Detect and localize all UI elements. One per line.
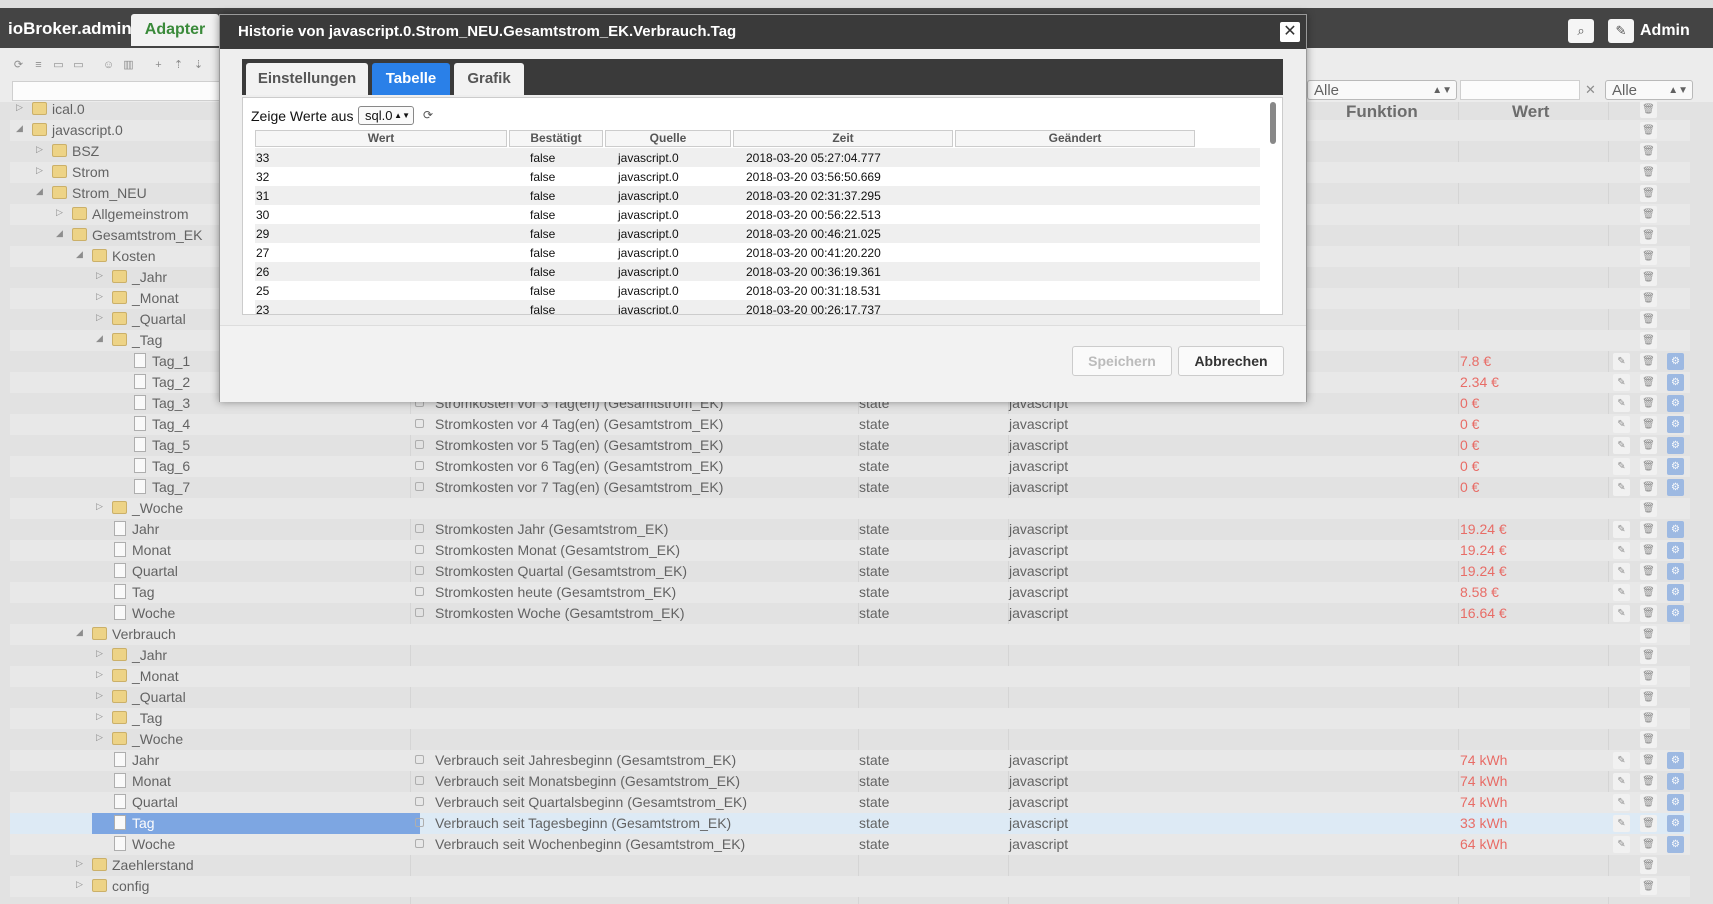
history-ack: false: [530, 246, 556, 260]
history-row[interactable]: 27 false javascript.0 2018-03-20 00:41:20.2…: [255, 243, 1260, 262]
history-row[interactable]: 26 false javascript.0 2018-03-20 00:36:19.3…: [255, 262, 1260, 281]
history-ack: false: [530, 227, 556, 241]
search-icon[interactable]: ⌕: [1568, 19, 1594, 43]
history-source: javascript.0: [618, 284, 679, 298]
tab-tabelle[interactable]: Tabelle: [372, 63, 450, 95]
history-value: 27: [256, 246, 270, 260]
history-ack: false: [530, 170, 556, 184]
history-value: 31: [256, 189, 270, 203]
show-values-label: Zeige Werte aus: [251, 108, 354, 124]
history-time: 2018-03-20 00:56:22.513: [746, 208, 881, 222]
history-time: 2018-03-20 05:27:04.777: [746, 151, 881, 165]
dialog-tabbar: Einstellungen Tabelle Grafik: [242, 59, 1283, 95]
history-source: javascript.0: [618, 170, 679, 184]
table-header-zeit[interactable]: Zeit: [733, 130, 953, 147]
history-value: 26: [256, 265, 270, 279]
history-value: 30: [256, 208, 270, 222]
history-time: 2018-03-20 00:41:20.220: [746, 246, 881, 260]
refresh-icon[interactable]: ⟳: [423, 108, 433, 122]
history-time: 2018-03-20 02:31:37.295: [746, 189, 881, 203]
history-value: 25: [256, 284, 270, 298]
history-source: javascript.0: [618, 303, 679, 315]
history-source: javascript.0: [618, 246, 679, 260]
history-row[interactable]: 23 false javascript.0 2018-03-20 00:26:17.7…: [255, 300, 1260, 315]
bookmarks-bar: [0, 0, 1713, 8]
user-label[interactable]: Admin: [1640, 22, 1690, 40]
source-select-value: sql.0: [365, 108, 393, 123]
history-time: 2018-03-20 00:31:18.531: [746, 284, 881, 298]
history-source: javascript.0: [618, 208, 679, 222]
history-source: javascript.0: [618, 189, 679, 203]
dialog-title: Historie von javascript.0.Strom_NEU.Gesa…: [220, 15, 1306, 49]
close-icon[interactable]: ✕: [1280, 22, 1300, 42]
history-time: 2018-03-20 00:26:17.737: [746, 303, 881, 315]
history-time: 2018-03-20 00:36:19.361: [746, 265, 881, 279]
history-row[interactable]: 33 false javascript.0 2018-03-20 05:27:04.7…: [255, 148, 1260, 167]
history-ack: false: [530, 265, 556, 279]
history-source: javascript.0: [618, 151, 679, 165]
edit-icon[interactable]: ✎: [1608, 19, 1634, 43]
history-ack: false: [530, 189, 556, 203]
history-time: 2018-03-20 03:56:50.669: [746, 170, 881, 184]
tab-grafik[interactable]: Grafik: [454, 63, 524, 95]
table-scrollbar[interactable]: [1270, 102, 1276, 144]
history-time: 2018-03-20 00:46:21.025: [746, 227, 881, 241]
cancel-button[interactable]: Abbrechen: [1178, 346, 1284, 376]
history-row[interactable]: 30 false javascript.0 2018-03-20 00:56:22.5…: [255, 205, 1260, 224]
history-ack: false: [530, 284, 556, 298]
history-row[interactable]: 29 false javascript.0 2018-03-20 00:46:21.0…: [255, 224, 1260, 243]
tab-adapter[interactable]: Adapter: [131, 14, 219, 46]
table-panel: Zeige Werte aus sql.0 ▲▼ ⟳ Wert Bestätig…: [242, 97, 1283, 315]
history-row[interactable]: 32 false javascript.0 2018-03-20 03:56:50.6…: [255, 167, 1260, 186]
history-value: 29: [256, 227, 270, 241]
history-value: 23: [256, 303, 270, 315]
save-button[interactable]: Speichern: [1072, 346, 1172, 376]
table-header-quelle[interactable]: Quelle: [605, 130, 731, 147]
source-select[interactable]: sql.0 ▲▼: [358, 106, 414, 125]
history-ack: false: [530, 303, 556, 315]
history-row[interactable]: 31 false javascript.0 2018-03-20 02:31:37.2…: [255, 186, 1260, 205]
history-ack: false: [530, 208, 556, 222]
table-header-geaendert[interactable]: Geändert: [955, 130, 1195, 147]
history-source: javascript.0: [618, 227, 679, 241]
table-header-wert[interactable]: Wert: [255, 130, 507, 147]
history-source: javascript.0: [618, 265, 679, 279]
history-ack: false: [530, 151, 556, 165]
dialog-footer: Speichern Abbrechen: [220, 325, 1306, 402]
history-row[interactable]: 25 false javascript.0 2018-03-20 00:31:18.5…: [255, 281, 1260, 300]
tab-einstellungen[interactable]: Einstellungen: [246, 63, 368, 95]
chevron-updown-icon: ▲▼: [394, 111, 410, 120]
history-dialog: Historie von javascript.0.Strom_NEU.Gesa…: [219, 14, 1307, 402]
table-header-bestaetigt[interactable]: Bestätigt: [509, 130, 603, 147]
history-value: 32: [256, 170, 270, 184]
app-logo: ioBroker.admin: [8, 19, 132, 38]
history-value: 33: [256, 151, 270, 165]
